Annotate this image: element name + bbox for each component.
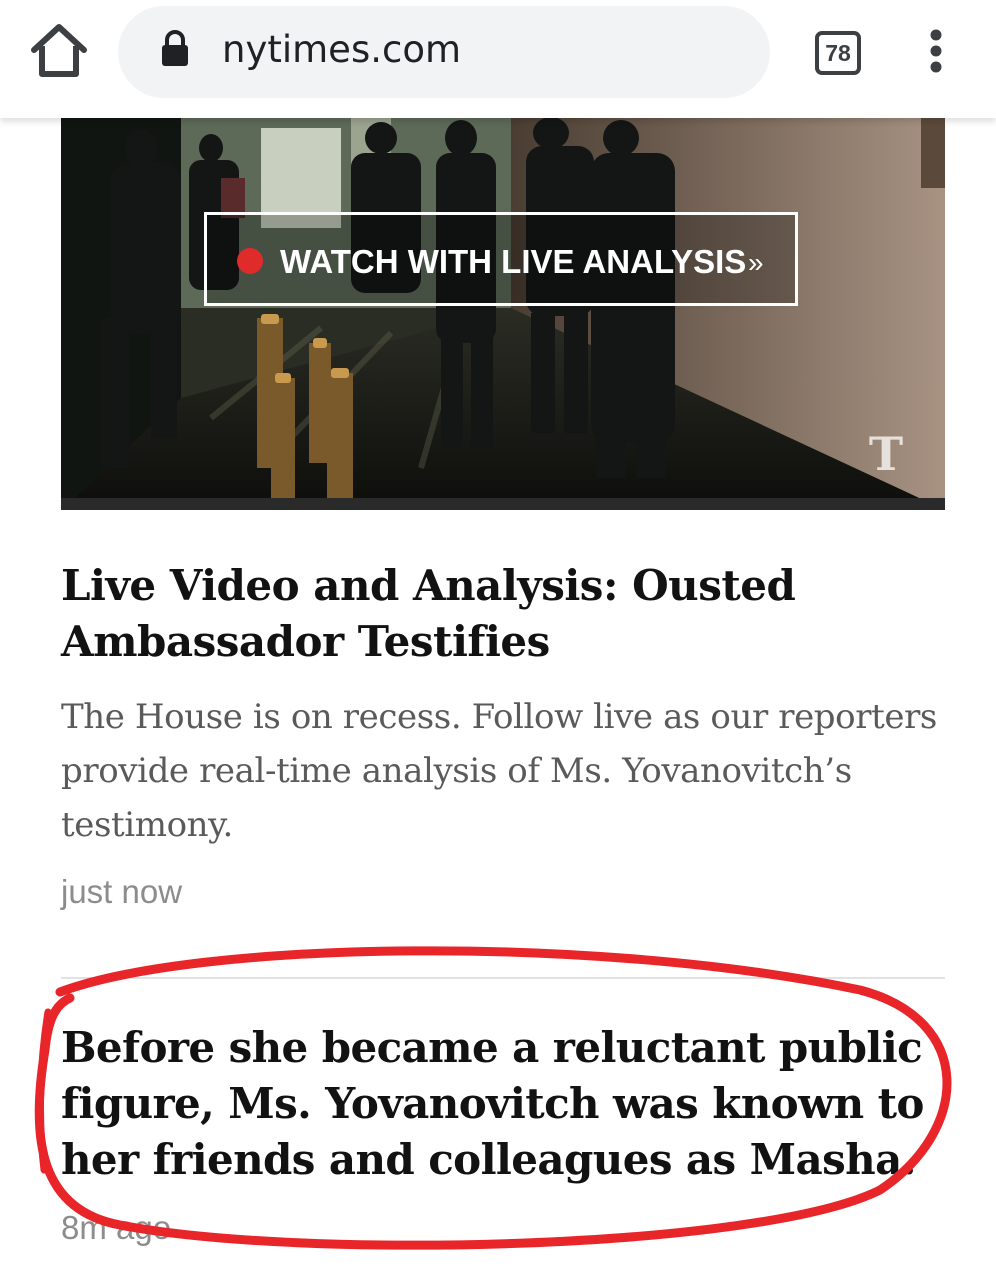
nyt-logo-icon: T <box>868 427 904 481</box>
tab-switcher-icon[interactable]: 78 <box>815 31 861 75</box>
chevron-right-icon: » <box>748 247 764 278</box>
video-progress-bar[interactable] <box>61 498 945 510</box>
article-summary: The House is on recess. Follow live as o… <box>61 697 937 845</box>
article-headline[interactable]: Live Video and Analysis: Ousted Ambassad… <box>61 558 941 670</box>
live-indicator-icon <box>237 248 263 274</box>
article-timestamp-2: 8m ago <box>61 1209 172 1246</box>
browser-toolbar: nytimes.com 78 <box>0 0 996 118</box>
video-player[interactable]: WATCH WITH LIVE ANALYSIS » T <box>61 118 945 510</box>
article-timestamp: just now <box>61 873 183 910</box>
home-icon[interactable] <box>28 22 90 80</box>
more-vertical-icon[interactable] <box>918 28 954 74</box>
watch-live-button[interactable]: WATCH WITH LIVE ANALYSIS » <box>204 212 798 306</box>
article-headline-2[interactable]: Before she became a reluctant public fig… <box>61 1020 941 1188</box>
divider <box>61 977 945 979</box>
video-thumbnail <box>61 118 945 510</box>
lock-icon <box>160 30 190 68</box>
watch-label: WATCH WITH LIVE ANALYSIS <box>280 243 747 280</box>
url-text[interactable]: nytimes.com <box>222 28 461 72</box>
